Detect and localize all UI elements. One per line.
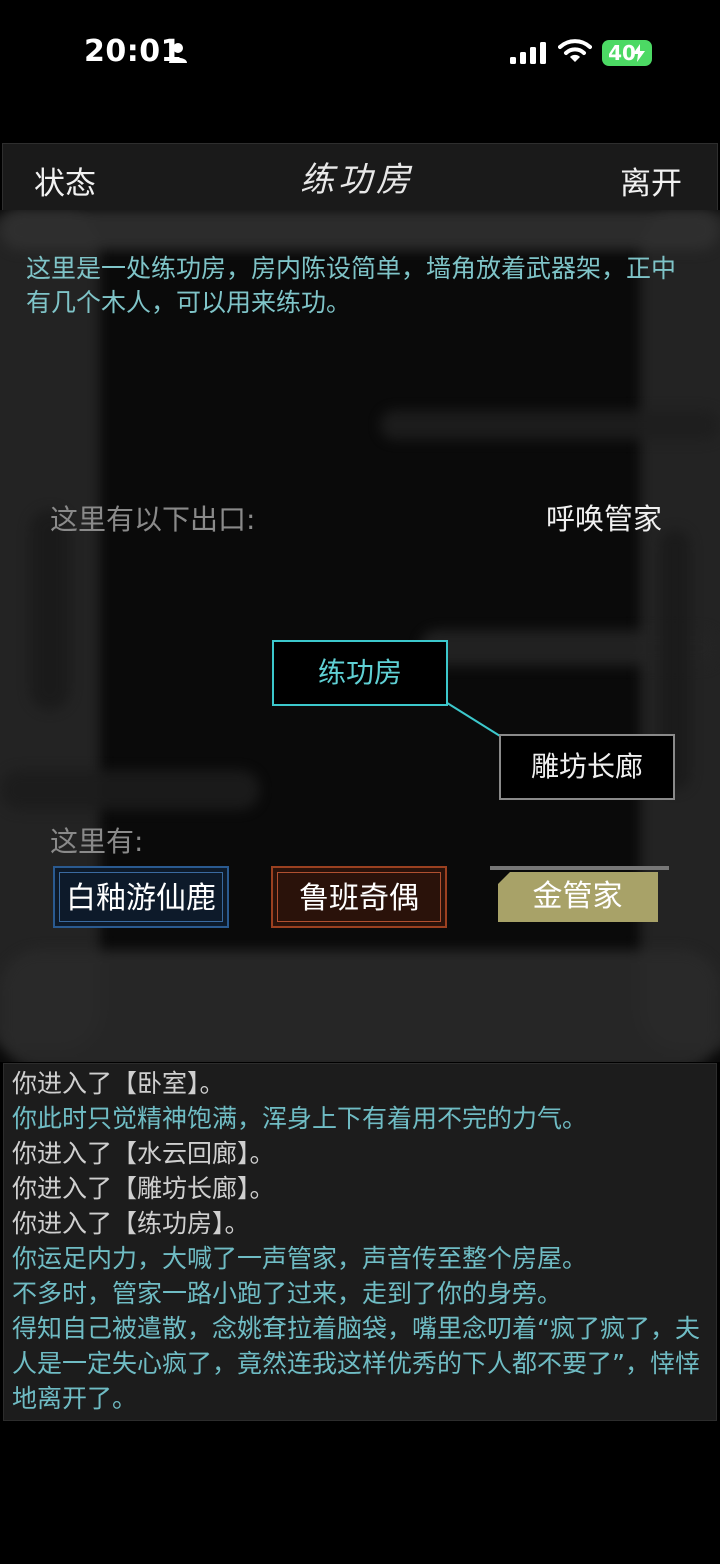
log-line: 你此时只觉精神饱满，浑身上下有着用不完的力气。 (12, 1104, 588, 1133)
status-button[interactable]: 状态 (34, 158, 96, 203)
npc-button-butler-label[interactable]: 金管家 (490, 866, 665, 928)
here-label: 这里有: (50, 825, 144, 858)
scene-panel (0, 210, 720, 1062)
page-title: 练功房 (300, 160, 414, 200)
signal-icon (510, 42, 546, 64)
log-line: 你进入了【练功房】。 (12, 1209, 250, 1238)
log-line: 你进入了【水云回廊】。 (12, 1139, 275, 1168)
user-icon (169, 43, 187, 63)
map-room-exit[interactable]: 雕坊长廊 (499, 734, 675, 800)
wifi-icon (558, 39, 592, 62)
charging-bolt-icon (633, 44, 645, 62)
room-description: 这里是一处练功房，房内陈设简单，墙角放着武器架，正中有几个木人，可以用来练功。 (26, 254, 677, 317)
log-line: 你运足内力，大喊了一声管家，声音传至整个房屋。 (12, 1244, 588, 1273)
log-line: 你进入了【卧室】。 (12, 1069, 225, 1098)
leave-button[interactable]: 离开 (620, 158, 682, 203)
npc-button-deer[interactable]: 白釉游仙鹿 (53, 866, 229, 928)
summon-butler-button[interactable]: 呼唤管家 (546, 496, 662, 538)
map-room-current[interactable]: 练功房 (272, 640, 448, 706)
log-line: 不多时，管家一路小跑了过来，走到了你的身旁。 (12, 1279, 563, 1308)
message-log-lines: 你进入了【卧室】。 你此时只觉精神饱满，浑身上下有着用不完的力气。 你进入了【水… (12, 1066, 708, 1416)
npc-button-puppet[interactable]: 鲁班奇偶 (271, 866, 447, 928)
log-line: 你进入了【雕坊长廊】。 (12, 1174, 275, 1203)
log-line: 得知自己被遣散，念姚耷拉着脑袋，嘴里念叨着“疯了疯了，夫人是一定失心疯了，竟然连… (12, 1314, 700, 1413)
exits-label: 这里有以下出口: (50, 503, 256, 536)
